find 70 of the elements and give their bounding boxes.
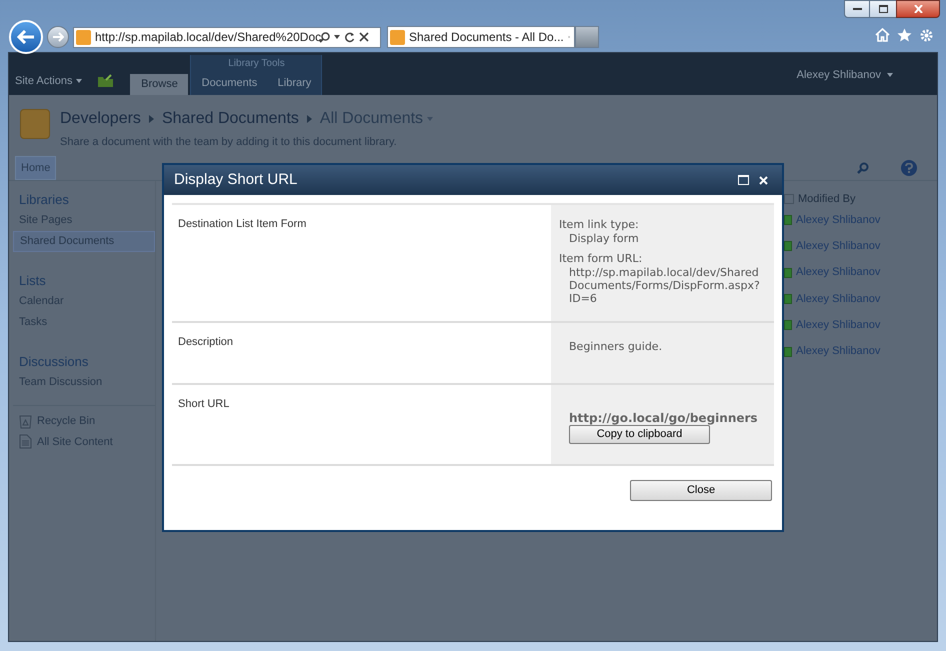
folder-icon[interactable] bbox=[98, 74, 114, 88]
nav-heading[interactable]: Libraries bbox=[13, 190, 155, 210]
close-icon[interactable] bbox=[759, 176, 768, 184]
settings-icon[interactable] bbox=[919, 28, 934, 43]
star-icon[interactable] bbox=[897, 28, 912, 42]
description-text: Beginners guide. bbox=[569, 340, 662, 353]
refresh-icon[interactable] bbox=[344, 32, 355, 42]
ribbon-tab[interactable]: Library bbox=[274, 75, 316, 92]
user-link[interactable]: Alexey Shlibanov bbox=[796, 317, 880, 334]
caret-icon bbox=[887, 73, 893, 78]
site-actions-menu[interactable]: Site Actions bbox=[15, 72, 72, 89]
back-button[interactable] bbox=[9, 20, 43, 54]
field-label: Destination List Item Form bbox=[178, 218, 306, 230]
field-label: Description bbox=[178, 336, 234, 348]
site-icon bbox=[390, 30, 405, 44]
presence-icon bbox=[784, 268, 792, 278]
document-icon bbox=[19, 434, 32, 450]
presence-icon bbox=[784, 294, 792, 304]
field-name: Item link type: bbox=[559, 217, 640, 232]
nav-link[interactable]: Shared Documents bbox=[13, 231, 155, 252]
copy-button[interactable]: Copy to clipboard bbox=[569, 425, 710, 444]
user-link[interactable]: Alexey Shlibanov bbox=[796, 264, 880, 281]
presence-icon bbox=[784, 215, 792, 226]
user-link[interactable]: Alexey Shlibanov bbox=[796, 290, 880, 308]
forward-button[interactable] bbox=[47, 26, 69, 48]
ribbon-tab[interactable]: Browse bbox=[130, 74, 188, 95]
question-mark-icon bbox=[905, 163, 913, 173]
site-icon bbox=[76, 30, 91, 44]
minimize-button[interactable] bbox=[844, 0, 870, 18]
caret-icon bbox=[334, 35, 340, 39]
breadcrumb-link[interactable]: Shared Documents bbox=[162, 109, 299, 129]
presence-icon bbox=[784, 320, 792, 330]
arrow-left-icon bbox=[17, 30, 35, 44]
field-label: Short URL bbox=[178, 398, 230, 410]
stop-icon[interactable] bbox=[359, 32, 369, 42]
caret-icon bbox=[76, 78, 82, 83]
short-url: http://go.local/go/beginners bbox=[569, 411, 758, 425]
maximize-button[interactable] bbox=[870, 0, 896, 18]
arrow-icon bbox=[306, 115, 312, 123]
breadcrumb-link[interactable]: Developers bbox=[60, 109, 141, 129]
close-icon bbox=[914, 5, 922, 13]
search-icon[interactable] bbox=[319, 32, 330, 42]
site-logo-icon bbox=[20, 109, 50, 139]
close-button[interactable]: Close bbox=[630, 480, 772, 501]
ribbon-tab[interactable]: Documents bbox=[198, 75, 262, 92]
browser-tab[interactable]: Shared Documents - All Do... bbox=[387, 26, 575, 48]
arrow-icon bbox=[148, 115, 154, 123]
recycle-bin-icon bbox=[19, 414, 32, 429]
caret-icon bbox=[427, 117, 434, 121]
presence-icon bbox=[784, 346, 792, 357]
select-all-checkbox[interactable] bbox=[784, 194, 794, 204]
address-bar[interactable]: http://sp.mapilab.local/dev/Shared%20Doc bbox=[73, 26, 381, 48]
user-link[interactable]: Alexey Shlibanov bbox=[796, 238, 880, 255]
maximize-icon[interactable] bbox=[738, 175, 749, 185]
field-name: Item form URL: bbox=[559, 251, 644, 266]
field-value: http://sp.mapilab.local/dev/Shared Documents/Forms/DispForm.aspx?ID=6 bbox=[568, 266, 761, 305]
column-header[interactable]: Modified By bbox=[798, 190, 856, 208]
arrow-right-icon bbox=[52, 32, 64, 42]
field-value: Display form bbox=[568, 232, 640, 245]
user-link[interactable]: Alexey Shlibanov bbox=[796, 343, 880, 360]
dialog-title: Display Short URL bbox=[174, 170, 298, 190]
user-menu[interactable]: Alexey Shlibanov bbox=[796, 67, 881, 84]
home-icon[interactable] bbox=[875, 28, 890, 42]
tool-group-label: Library Tools bbox=[227, 57, 286, 71]
nav-heading[interactable]: Discussions bbox=[13, 352, 155, 372]
close-button[interactable] bbox=[896, 0, 940, 18]
user-link[interactable]: Alexey Shlibanov bbox=[796, 212, 880, 228]
nav-heading[interactable]: Lists bbox=[13, 271, 155, 291]
nav-tab[interactable]: Home bbox=[15, 156, 56, 180]
presence-icon bbox=[784, 241, 792, 252]
